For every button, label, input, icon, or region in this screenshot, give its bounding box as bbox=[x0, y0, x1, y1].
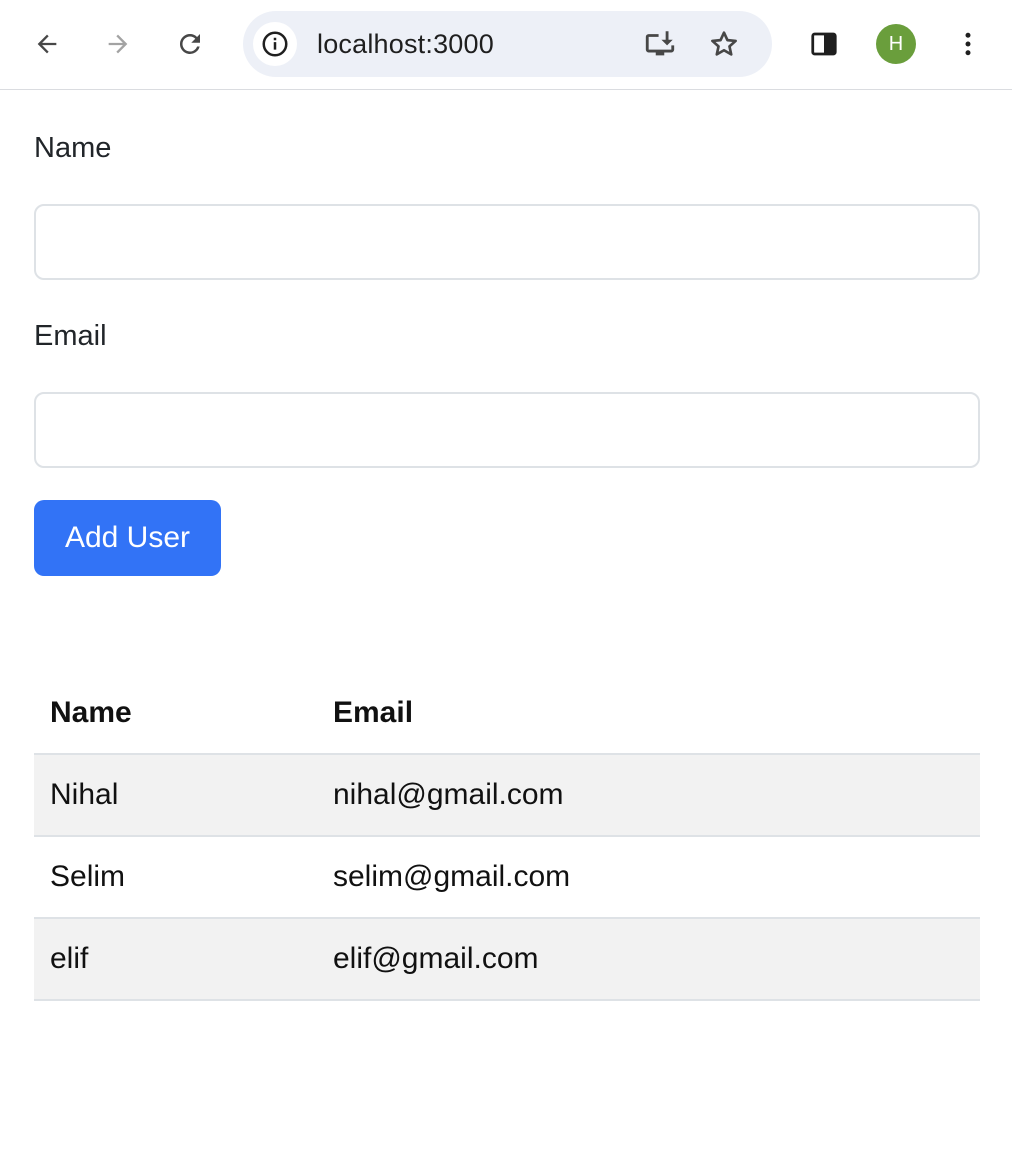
site-info-icon bbox=[262, 31, 288, 57]
table-row: Selim selim@gmail.com bbox=[34, 836, 980, 919]
forward-icon bbox=[108, 34, 128, 54]
user-name-cell: Selim bbox=[34, 836, 317, 919]
table-row: elif elif@gmail.com bbox=[34, 918, 980, 1001]
install-app-icon bbox=[645, 31, 675, 56]
kebab-menu-icon bbox=[965, 32, 971, 56]
side-panel-button[interactable] bbox=[802, 22, 846, 66]
user-email-cell: selim@gmail.com bbox=[317, 836, 980, 919]
url-text[interactable]: localhost:3000 bbox=[317, 11, 494, 77]
reload-icon bbox=[179, 33, 200, 54]
name-column-header: Name bbox=[34, 672, 317, 755]
profile-initial: H bbox=[888, 32, 904, 55]
bookmark-star-icon bbox=[711, 31, 737, 56]
email-input[interactable] bbox=[34, 392, 980, 468]
users-table: Name Email Nihal nihal@gmail.com Selim s… bbox=[34, 672, 980, 1001]
add-user-button[interactable]: Add User bbox=[34, 500, 221, 576]
table-row: Nihal nihal@gmail.com bbox=[34, 754, 980, 837]
browser-toolbar: localhost:3000 H bbox=[0, 0, 1012, 90]
browser-menu-button[interactable] bbox=[946, 22, 990, 66]
name-input[interactable] bbox=[34, 204, 980, 280]
user-email-cell: nihal@gmail.com bbox=[317, 754, 980, 837]
user-name-cell: Nihal bbox=[34, 754, 317, 837]
address-bar[interactable]: localhost:3000 bbox=[243, 11, 772, 77]
back-icon bbox=[37, 34, 57, 54]
back-button[interactable] bbox=[25, 22, 69, 66]
profile-avatar[interactable]: H bbox=[876, 24, 916, 64]
forward-button[interactable] bbox=[96, 22, 140, 66]
table-header-row: Name Email bbox=[34, 672, 980, 755]
side-panel-icon bbox=[811, 32, 837, 56]
name-label: Name bbox=[34, 132, 112, 164]
user-email-cell: elif@gmail.com bbox=[317, 918, 980, 1001]
email-label: Email bbox=[34, 320, 107, 352]
reload-button[interactable] bbox=[168, 22, 212, 66]
user-name-cell: elif bbox=[34, 918, 317, 1001]
email-column-header: Email bbox=[317, 672, 980, 755]
bookmark-button[interactable] bbox=[702, 22, 746, 66]
install-app-button[interactable] bbox=[638, 22, 682, 66]
site-info-button[interactable] bbox=[253, 22, 297, 66]
